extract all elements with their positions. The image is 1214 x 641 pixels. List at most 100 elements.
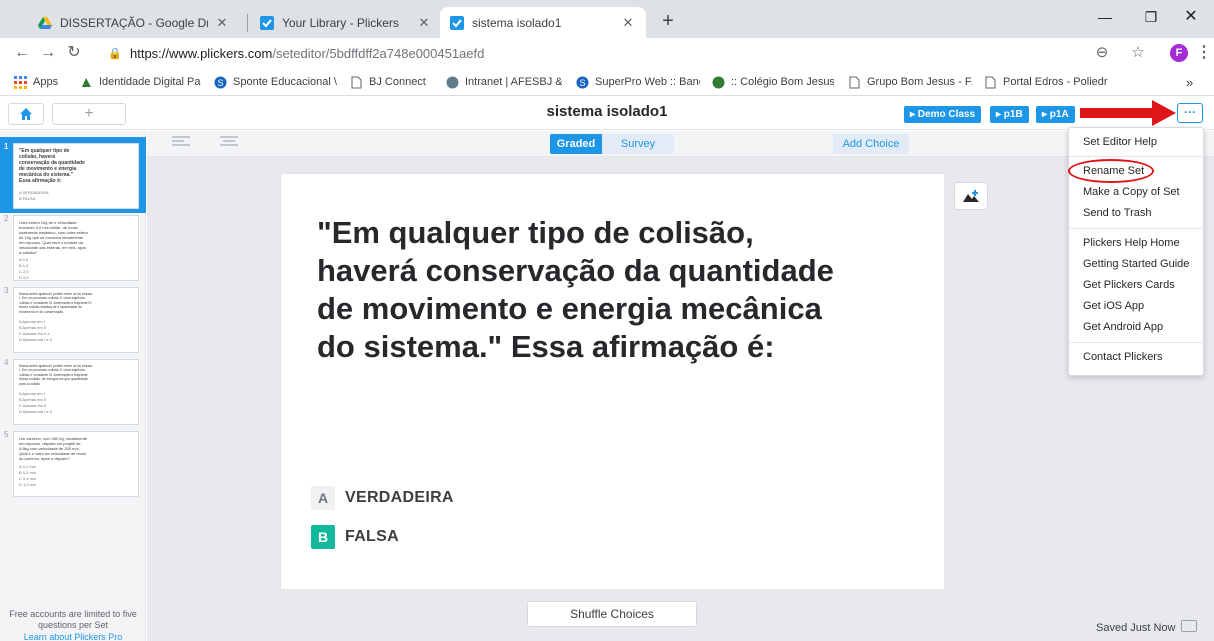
bookmark-apps[interactable]: Apps xyxy=(14,68,74,96)
page-icon xyxy=(849,76,860,88)
choice-text-a[interactable]: VERDADEIRA xyxy=(345,489,454,507)
slide-question: Um carrinho, com 300 kg, inicialmente em… xyxy=(19,436,88,461)
slide-number: 2 xyxy=(4,214,9,223)
tab-title: sistema isolado1 xyxy=(472,15,562,30)
bookmark-label: :: Colégio Bom Jesus xyxy=(731,76,834,88)
new-tab-button[interactable]: + xyxy=(656,10,680,34)
play-p1b-button[interactable]: ▸ p1B xyxy=(990,106,1029,123)
slide-number: 4 xyxy=(4,358,9,367)
bookmark-intranet[interactable]: Intranet | AFESBJ & C xyxy=(446,68,562,96)
slide-thumbnail-5[interactable]: 5 Um carrinho, com 300 kg, inicialmente … xyxy=(0,425,146,501)
bookmark-superpro[interactable]: S SuperPro Web :: Banc xyxy=(576,68,700,96)
menu-item-contact[interactable]: Contact Plickers xyxy=(1069,347,1205,368)
bookmark-grupo-bom-jesus[interactable]: Grupo Bom Jesus - F/ xyxy=(848,68,972,96)
slide-thumbnail-3[interactable]: 3 Marca antes aparecer podem entre os do… xyxy=(0,281,146,357)
minimize-button[interactable]: — xyxy=(1082,0,1128,34)
slide-question: Marca antes aparecer podem entre os do e… xyxy=(19,364,94,386)
slide-preview: Marca antes aparecer podem entre os do e… xyxy=(13,287,139,353)
close-tab-icon[interactable]: ✕ xyxy=(416,15,432,31)
slide-choice: D Apenas em I e II xyxy=(19,337,52,343)
tab-sistema-isolado[interactable]: sistema isolado1 ✕ xyxy=(440,7,646,38)
plickers-icon xyxy=(450,15,464,30)
browser-tab-strip: DISSERTAÇÃO - Google Drive ✕ Your Librar… xyxy=(0,0,1214,38)
close-tab-icon[interactable]: ✕ xyxy=(620,15,636,31)
tab-separator xyxy=(247,14,248,32)
menu-divider xyxy=(1069,342,1205,343)
menu-divider xyxy=(1069,156,1205,157)
survey-toggle[interactable]: Survey xyxy=(602,134,674,154)
question-sidebar: 1 "Em qualquer tipo de colisão, haverá c… xyxy=(0,131,146,641)
address-bar[interactable]: 🔒 https://www.plickers.com/seteditor/5bd… xyxy=(108,40,1118,66)
browser-menu-icon[interactable]: ⋮ xyxy=(1192,41,1214,65)
slide-number: 1 xyxy=(4,142,9,151)
new-set-button[interactable]: + xyxy=(52,103,126,125)
bookmark-identidade-digital[interactable]: Identidade Digital Pa xyxy=(80,68,202,96)
home-button[interactable] xyxy=(8,103,44,125)
bookmark-bj-connect[interactable]: BJ Connect xyxy=(350,68,438,96)
slide-thumbnail-2[interactable]: 2 Uma esfera 10g de e velocidade trocand… xyxy=(0,209,146,285)
keyboard-shortcuts-icon[interactable] xyxy=(1181,620,1197,632)
menu-item-send-to-trash[interactable]: Send to Trash xyxy=(1069,203,1205,224)
tab-your-library[interactable]: Your Library - Plickers ✕ xyxy=(250,7,442,38)
choice-a[interactable]: A VERDADEIRA xyxy=(311,486,454,510)
bookmark-sponte[interactable]: S Sponte Educacional \ xyxy=(214,68,338,96)
slide-preview: Marca antes aparecer podem entre os do e… xyxy=(13,359,139,425)
play-p1a-button[interactable]: ▸ p1A xyxy=(1036,106,1075,123)
question-editor: Graded Survey Add Choice "Em qualquer ti… xyxy=(147,131,1214,641)
menu-item-set-editor-help[interactable]: Set Editor Help xyxy=(1069,132,1205,153)
slide-question: Uma esfera 10g de e velocidade trocando … xyxy=(19,220,88,255)
menu-item-get-ios-app[interactable]: Get iOS App xyxy=(1069,296,1205,317)
slide-question: "Em qualquer tipo de colisão, haverá con… xyxy=(19,148,85,184)
question-text[interactable]: "Em qualquer tipo de colisão, haverá con… xyxy=(317,214,837,366)
plickers-pro-link[interactable]: Learn about Plickers Pro xyxy=(0,632,146,641)
bookmark-label: Identidade Digital Pa xyxy=(99,76,201,88)
menu-item-get-android-app[interactable]: Get Android App xyxy=(1069,317,1205,338)
choice-b[interactable]: B FALSA xyxy=(311,525,399,549)
shuffle-choices-button[interactable]: Shuffle Choices xyxy=(527,601,697,627)
slide-preview: "Em qualquer tipo de colisão, haverá con… xyxy=(13,143,139,209)
save-status: Saved Just Now xyxy=(1096,622,1176,634)
menu-item-help-home[interactable]: Plickers Help Home xyxy=(1069,233,1205,254)
slide-thumbnail-1[interactable]: 1 "Em qualquer tipo de colisão, haverá c… xyxy=(0,137,146,213)
choice-letter-a[interactable]: A xyxy=(311,486,335,510)
bom-jesus-icon xyxy=(712,76,725,88)
editor-toolbar: Graded Survey Add Choice xyxy=(147,131,1214,157)
close-window-button[interactable]: ✕ xyxy=(1168,0,1214,34)
more-options-button[interactable]: ··· xyxy=(1177,103,1203,123)
slide-choice: D Apenas em I e II xyxy=(19,409,52,415)
choice-text-b[interactable]: FALSA xyxy=(345,528,399,546)
menu-item-make-copy[interactable]: Make a Copy of Set xyxy=(1069,182,1205,203)
align-left-icon[interactable] xyxy=(172,136,190,150)
close-tab-icon[interactable]: ✕ xyxy=(214,15,230,31)
tab-google-drive[interactable]: DISSERTAÇÃO - Google Drive ✕ xyxy=(28,7,240,38)
set-title[interactable]: sistema isolado1 xyxy=(0,103,1214,120)
star-bookmark-icon[interactable]: ☆ xyxy=(1126,41,1150,65)
bookmarks-overflow-button[interactable]: » xyxy=(1186,68,1202,96)
menu-item-get-cards[interactable]: Get Plickers Cards xyxy=(1069,275,1205,296)
play-demo-class-button[interactable]: ▸ Demo Class xyxy=(904,106,982,123)
reload-icon[interactable]: ↻ xyxy=(62,41,86,65)
bookmark-label: Sponte Educacional \ xyxy=(233,76,337,88)
slide-choice: D 1,0 m/s xyxy=(19,482,37,487)
zoom-icon[interactable]: ⊖ xyxy=(1090,41,1114,65)
menu-item-getting-started[interactable]: Getting Started Guide xyxy=(1069,254,1205,275)
bookmark-colegio-bom-jesus[interactable]: :: Colégio Bom Jesus xyxy=(712,68,834,96)
back-arrow-icon[interactable]: ← xyxy=(10,41,34,65)
intranet-icon xyxy=(446,76,459,88)
graded-toggle[interactable]: Graded xyxy=(550,134,602,154)
plickers-icon xyxy=(260,15,274,30)
sponte-icon: S xyxy=(214,76,227,88)
align-center-icon[interactable] xyxy=(220,136,238,150)
add-image-button[interactable] xyxy=(954,182,988,210)
bookmark-label: Grupo Bom Jesus - F/ xyxy=(867,76,972,88)
bookmark-portal-edros[interactable]: Portal Edros - Poliedr xyxy=(984,68,1120,96)
slide-preview: Um carrinho, com 300 kg, inicialmente em… xyxy=(13,431,139,497)
slide-question: Marca antes aparecer podem entre os do e… xyxy=(19,292,94,314)
forward-arrow-icon[interactable]: → xyxy=(36,41,60,65)
slide-thumbnail-4[interactable]: 4 Marca antes aparecer podem entre os do… xyxy=(0,353,146,429)
choice-letter-b[interactable]: B xyxy=(311,525,335,549)
svg-text:S: S xyxy=(218,78,224,88)
add-choice-button[interactable]: Add Choice xyxy=(833,134,909,154)
app-header: + sistema isolado1 ▸ Demo Class ▸ p1B ▸ … xyxy=(0,97,1214,130)
profile-avatar[interactable]: F xyxy=(1170,44,1188,62)
